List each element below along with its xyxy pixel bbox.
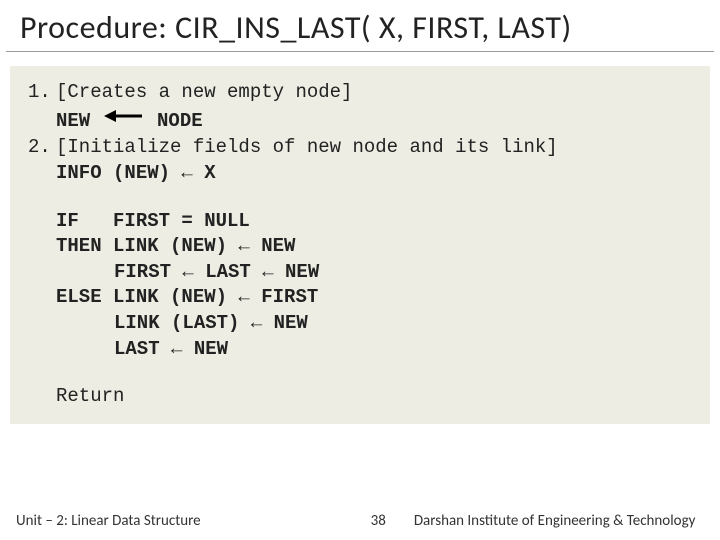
step-1-code-right: NODE: [146, 109, 203, 131]
step-1-desc: [Creates a new empty node]: [56, 81, 352, 103]
step-1-number: 1.: [28, 80, 56, 106]
else-line-1: ELSE LINK (NEW) ← FIRST: [28, 285, 692, 311]
else-line-2: LINK (LAST) ← NEW: [28, 311, 692, 337]
spacer: [28, 362, 692, 384]
if-line: IF FIRST = NULL: [28, 209, 692, 235]
footer-unit: Unit – 2: Linear Data Structure: [16, 512, 201, 530]
step-2-desc: [Initialize fields of new node and its l…: [56, 136, 558, 158]
step-1-code-left: NEW: [56, 109, 102, 131]
step-2-code: INFO (NEW) ← X: [28, 161, 692, 187]
else-line-3: LAST ← NEW: [28, 337, 692, 363]
footer-institute: Darshan Institute of Engineering & Techn…: [414, 512, 696, 530]
left-arrow-icon: [104, 106, 144, 132]
step-1-header: 1.[Creates a new empty node]: [28, 80, 692, 106]
code-block: 1.[Creates a new empty node] NEW NODE 2.…: [10, 66, 710, 424]
then-line-2: FIRST ← LAST ← NEW: [28, 260, 692, 286]
footer: Unit – 2: Linear Data Structure 38 Darsh…: [0, 512, 720, 530]
page-title: Procedure: CIR_INS_LAST( X, FIRST, LAST): [6, 0, 714, 52]
step-2-number: 2.: [28, 135, 56, 161]
footer-page-number: 38: [371, 512, 386, 530]
then-line-1: THEN LINK (NEW) ← NEW: [28, 234, 692, 260]
return-line: Return: [28, 384, 692, 410]
spacer: [28, 187, 692, 209]
step-2-header: 2.[Initialize fields of new node and its…: [28, 135, 692, 161]
step-1-code: NEW NODE: [28, 106, 692, 136]
